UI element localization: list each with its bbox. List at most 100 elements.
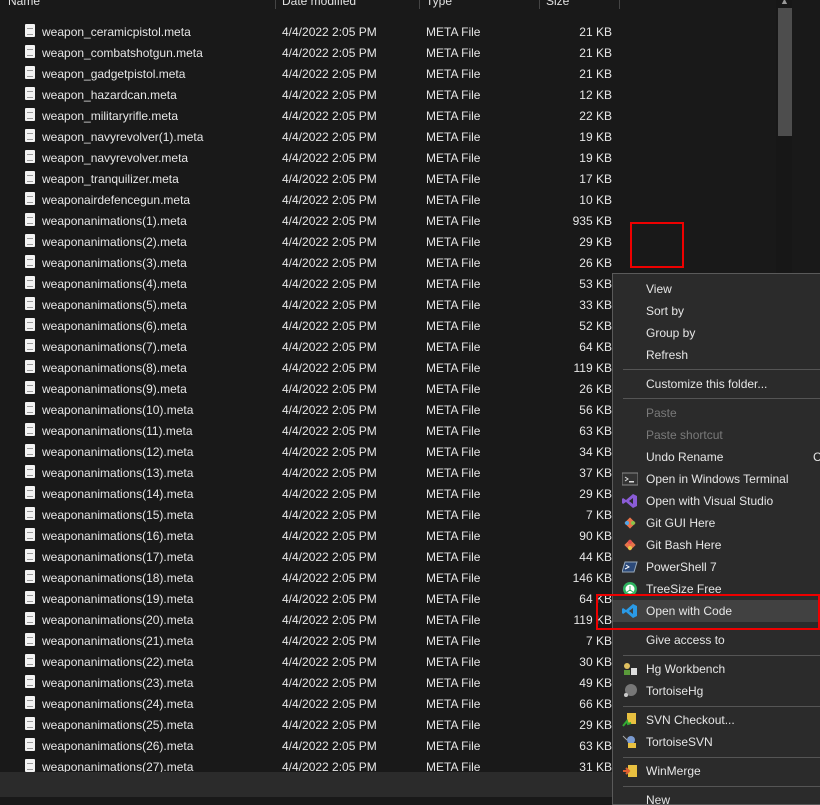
file-icon: [25, 381, 35, 394]
file-icon: [25, 633, 35, 646]
file-type: META File: [426, 214, 481, 228]
menu-item-label: Open with Visual Studio: [646, 494, 774, 508]
file-name: weaponanimations(1).meta: [42, 214, 187, 228]
file-type: META File: [426, 46, 481, 60]
menu-item-powershell-7[interactable]: PowerShell 7: [613, 556, 820, 578]
file-name: weaponanimations(9).meta: [42, 382, 187, 396]
file-name: weaponanimations(12).meta: [42, 445, 194, 459]
file-type: META File: [426, 151, 481, 165]
menu-item-undo-rename[interactable]: Undo Rename Ctrl+Z: [613, 446, 820, 468]
column-divider[interactable]: [419, 0, 420, 9]
file-date: 4/4/2022 2:05 PM: [282, 298, 377, 312]
file-icon: [25, 129, 35, 142]
menu-item-tortoisehg[interactable]: TortoiseHg: [613, 680, 820, 702]
file-size: 21 KB: [579, 25, 612, 39]
file-name: weaponanimations(6).meta: [42, 319, 187, 333]
file-size: 935 KB: [572, 214, 612, 228]
file-name: weaponanimations(8).meta: [42, 361, 187, 375]
file-date: 4/4/2022 2:05 PM: [282, 382, 377, 396]
file-name: weapon_gadgetpistol.meta: [42, 67, 186, 81]
file-icon: [25, 339, 35, 352]
tortoisehg-icon: [622, 683, 638, 699]
menu-item-group-by[interactable]: Group by: [613, 322, 820, 344]
highlight-box-open-with-code: [596, 594, 820, 630]
column-divider[interactable]: [619, 0, 620, 9]
file-type: META File: [426, 403, 481, 417]
file-icon: [25, 276, 35, 289]
menu-item-svn-checkout[interactable]: SVN Checkout...: [613, 709, 820, 731]
file-row[interactable]: weapon_hazardcan.meta 4/4/2022 2:05 PM M…: [0, 84, 776, 105]
menu-item-tortoisesvn[interactable]: TortoiseSVN: [613, 731, 820, 753]
column-type[interactable]: Type: [426, 0, 452, 8]
column-divider[interactable]: [539, 0, 540, 9]
file-size: 7 KB: [585, 508, 612, 522]
menu-item-hg-workbench[interactable]: Hg Workbench: [613, 658, 820, 680]
file-date: 4/4/2022 2:05 PM: [282, 592, 377, 606]
menu-item-label: Paste: [646, 406, 677, 420]
file-icon: [25, 24, 35, 37]
file-row[interactable]: weapon_combatshotgun.meta 4/4/2022 2:05 …: [0, 42, 776, 63]
file-type: META File: [426, 235, 481, 249]
file-name: weapon_combatshotgun.meta: [42, 46, 203, 60]
file-row[interactable]: weaponairdefencegun.meta 4/4/2022 2:05 P…: [0, 189, 776, 210]
menu-item-customize-this-folder[interactable]: Customize this folder...: [613, 373, 820, 395]
menu-item-view[interactable]: View: [613, 278, 820, 300]
menu-item-sort-by[interactable]: Sort by: [613, 300, 820, 322]
column-date[interactable]: Date modified: [282, 0, 356, 8]
file-icon: [25, 213, 35, 226]
file-type: META File: [426, 718, 481, 732]
file-row[interactable]: weapon_militaryrifle.meta 4/4/2022 2:05 …: [0, 105, 776, 126]
menu-item-label: PowerShell 7: [646, 560, 717, 574]
hg-workbench-icon: [622, 661, 638, 677]
menu-item-open-in-windows-terminal[interactable]: Open in Windows Terminal: [613, 468, 820, 490]
file-size: 12 KB: [579, 88, 612, 102]
file-row[interactable]: weapon_ceramicpistol.meta 4/4/2022 2:05 …: [0, 21, 776, 42]
menu-separator: [623, 655, 820, 656]
file-type: META File: [426, 298, 481, 312]
scroll-up-arrow-icon[interactable]: ▲: [780, 0, 789, 6]
powershell-icon: [621, 559, 638, 575]
file-type: META File: [426, 25, 481, 39]
menu-item-git-bash-here[interactable]: Git Bash Here: [613, 534, 820, 556]
file-icon: [25, 486, 35, 499]
file-date: 4/4/2022 2:05 PM: [282, 634, 377, 648]
file-type: META File: [426, 424, 481, 438]
menu-item-winmerge[interactable]: WinMerge: [613, 760, 820, 782]
file-name: weaponanimations(15).meta: [42, 508, 194, 522]
menu-item-new[interactable]: New: [613, 789, 820, 804]
file-name: weaponanimations(16).meta: [42, 529, 194, 543]
menu-separator: [623, 369, 820, 370]
menu-item-git-gui-here[interactable]: Git GUI Here: [613, 512, 820, 534]
menu-item-shortcut: Ctrl+Z: [813, 450, 820, 464]
menu-item-label: Group by: [646, 326, 696, 340]
menu-item-give-access-to[interactable]: Give access to: [613, 629, 820, 651]
file-row[interactable]: weapon_navyrevolver.meta 4/4/2022 2:05 P…: [0, 147, 776, 168]
file-icon: [25, 87, 35, 100]
file-name: weaponanimations(7).meta: [42, 340, 187, 354]
file-size: 30 KB: [579, 655, 612, 669]
file-row[interactable]: weapon_navyrevolver(1).meta 4/4/2022 2:0…: [0, 126, 776, 147]
menu-separator: [623, 398, 820, 399]
file-icon: [25, 675, 35, 688]
file-name: weapon_hazardcan.meta: [42, 88, 177, 102]
file-size: 33 KB: [579, 298, 612, 312]
menu-separator: [623, 706, 820, 707]
horizontal-scrollbar[interactable]: [0, 772, 612, 797]
file-size: 49 KB: [579, 676, 612, 690]
menu-item-open-with-visual-studio[interactable]: Open with Visual Studio: [613, 490, 820, 512]
column-name[interactable]: Name: [8, 0, 40, 8]
file-date: 4/4/2022 2:05 PM: [282, 277, 377, 291]
column-divider[interactable]: [275, 0, 276, 9]
file-date: 4/4/2022 2:05 PM: [282, 151, 377, 165]
file-type: META File: [426, 508, 481, 522]
file-icon: [25, 45, 35, 58]
menu-item-label: Customize this folder...: [646, 377, 768, 391]
scrollbar-thumb[interactable]: [778, 8, 792, 136]
file-icon: [25, 192, 35, 205]
file-row[interactable]: weapon_gadgetpistol.meta 4/4/2022 2:05 P…: [0, 63, 776, 84]
file-row[interactable]: weapon_tranquilizer.meta 4/4/2022 2:05 P…: [0, 168, 776, 189]
file-name: weaponairdefencegun.meta: [42, 193, 191, 207]
column-size[interactable]: Size: [546, 0, 569, 8]
file-icon: [25, 507, 35, 520]
menu-item-refresh[interactable]: Refresh: [613, 344, 820, 366]
